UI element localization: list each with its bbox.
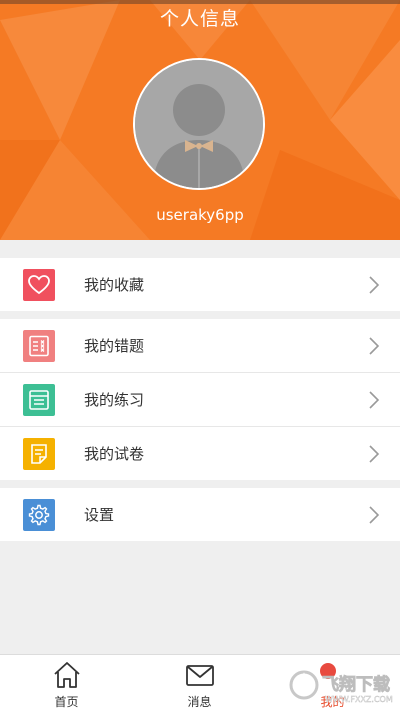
mail-icon xyxy=(185,665,214,686)
avatar-placeholder-icon xyxy=(135,60,263,188)
avatar[interactable] xyxy=(133,58,265,190)
tab-messages[interactable]: 消息 xyxy=(133,655,266,712)
menu-group-favorites: 我的收藏 xyxy=(0,258,400,311)
home-icon xyxy=(53,662,80,688)
paper-icon xyxy=(23,437,55,470)
chevron-right-icon xyxy=(369,275,380,294)
chevron-right-icon xyxy=(369,336,380,355)
menu-item-label: 我的收藏 xyxy=(84,276,145,294)
wrong-list-icon xyxy=(23,329,55,362)
site-watermark: 飞翔下载 WWW.FXXZ.COM xyxy=(289,670,393,704)
menu-item-label: 设置 xyxy=(84,506,115,524)
practice-icon xyxy=(23,383,55,416)
username: useraky6pp xyxy=(156,206,244,224)
menu-group-study: 我的错题 我的练习 我的试卷 xyxy=(0,319,400,480)
menu-item-wrong-questions[interactable]: 我的错题 xyxy=(0,319,400,372)
heart-icon xyxy=(23,268,55,301)
chevron-right-icon xyxy=(369,390,380,409)
gear-icon xyxy=(23,498,55,531)
tab-label: 消息 xyxy=(187,695,212,709)
tab-label: 首页 xyxy=(54,695,79,709)
menu-group-settings: 设置 xyxy=(0,488,400,541)
watermark-subtext: WWW.FXXZ.COM xyxy=(325,695,393,704)
chevron-right-icon xyxy=(369,505,380,524)
menu-item-test-papers[interactable]: 我的试卷 xyxy=(0,426,400,480)
chevron-right-icon xyxy=(369,444,380,463)
page-title: 个人信息 xyxy=(159,8,240,30)
menu-item-label: 我的试卷 xyxy=(84,445,145,463)
profile-header: 个人信息 useraky6pp xyxy=(0,0,400,240)
menu-item-settings[interactable]: 设置 xyxy=(0,488,400,541)
menu-item-label: 我的错题 xyxy=(84,337,145,355)
menu-item-favorites[interactable]: 我的收藏 xyxy=(0,258,400,311)
tab-home[interactable]: 首页 xyxy=(0,655,133,712)
menu-item-label: 我的练习 xyxy=(84,391,145,409)
menu-item-practice[interactable]: 我的练习 xyxy=(0,372,400,426)
watermark-text: 飞翔下载 xyxy=(322,674,390,695)
